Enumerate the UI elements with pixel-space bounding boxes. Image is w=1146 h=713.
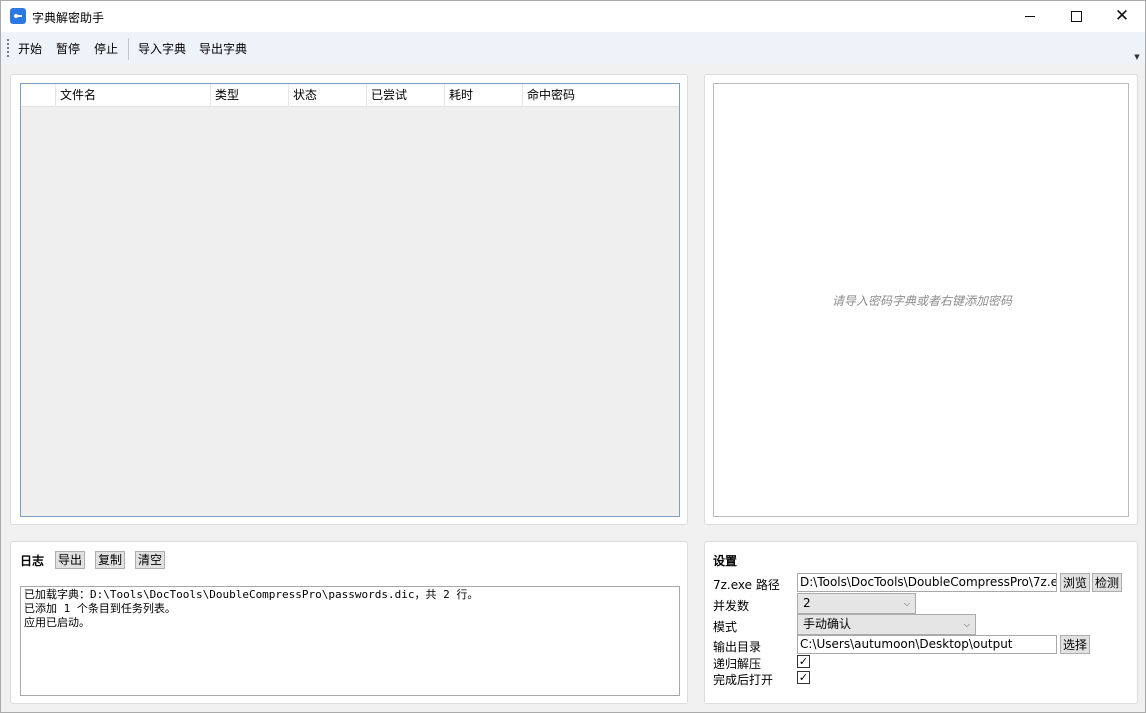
concurrency-select[interactable]: 2 ⌵ bbox=[797, 593, 916, 614]
column-header-elapsed[interactable]: 耗时 bbox=[445, 84, 523, 107]
export-dict-button[interactable]: 导出字典 bbox=[199, 40, 247, 56]
title-bar: 字典解密助手 ✕ bbox=[1, 1, 1145, 32]
dictionary-panel: 请导入密码字典或者右键添加密码 bbox=[704, 74, 1138, 525]
column-header-found-password[interactable]: 命中密码 bbox=[523, 84, 679, 107]
app-icon bbox=[10, 8, 26, 24]
toolbar-overflow-icon[interactable]: ▼ bbox=[1133, 52, 1141, 62]
close-button[interactable]: ✕ bbox=[1099, 1, 1145, 32]
import-dict-button[interactable]: 导入字典 bbox=[138, 40, 186, 56]
chevron-down-icon: ⌵ bbox=[903, 599, 910, 608]
pause-button[interactable]: 暂停 bbox=[56, 40, 80, 56]
log-copy-button[interactable]: 复制 bbox=[95, 551, 126, 569]
toolbar: 开始 暂停 停止 导入字典 导出字典 ▼ bbox=[1, 32, 1145, 64]
column-header-attempted[interactable]: 已尝试 bbox=[367, 84, 445, 107]
app-window: 字典解密助手 ✕ 开始 暂停 停止 导入字典 导出字典 ▼ 文件名 类型 状态 … bbox=[0, 0, 1146, 713]
minimize-button[interactable] bbox=[1007, 1, 1053, 32]
row-header-cell[interactable] bbox=[21, 84, 56, 107]
detect-button[interactable]: 检测 bbox=[1092, 573, 1123, 592]
password-list[interactable]: 请导入密码字典或者右键添加密码 bbox=[713, 83, 1129, 517]
log-title: 日志 bbox=[20, 554, 45, 568]
toolbar-grip-icon[interactable] bbox=[7, 39, 9, 57]
7z-path-input[interactable]: D:\Tools\DocTools\DoubleCompressPro\7z.e… bbox=[797, 573, 1057, 592]
browse-button[interactable]: 浏览 bbox=[1060, 573, 1091, 592]
column-header-filename[interactable]: 文件名 bbox=[56, 84, 211, 107]
check-icon: ✓ bbox=[798, 671, 809, 684]
task-grid[interactable]: 文件名 类型 状态 已尝试 耗时 命中密码 bbox=[20, 83, 680, 517]
select-dir-button[interactable]: 选择 bbox=[1060, 635, 1091, 654]
toolbar-separator bbox=[128, 38, 129, 60]
start-button[interactable]: 开始 bbox=[18, 40, 42, 56]
mode-value: 手动确认 bbox=[803, 617, 852, 631]
open-after-label: 完成后打开 bbox=[713, 673, 774, 687]
password-list-placeholder: 请导入密码字典或者右键添加密码 bbox=[831, 294, 1012, 308]
recursive-label: 递归解压 bbox=[713, 657, 762, 671]
stop-button[interactable]: 停止 bbox=[94, 40, 118, 56]
maximize-button[interactable] bbox=[1053, 1, 1099, 32]
log-line: 应用已启动。 bbox=[24, 616, 90, 629]
open-after-checkbox[interactable]: ✓ bbox=[797, 671, 810, 684]
output-label: 输出目录 bbox=[713, 640, 762, 654]
column-header-status[interactable]: 状态 bbox=[289, 84, 367, 107]
mode-label: 模式 bbox=[713, 620, 738, 634]
concurrency-value: 2 bbox=[803, 596, 811, 610]
check-icon: ✓ bbox=[798, 655, 809, 668]
settings-title: 设置 bbox=[713, 554, 738, 568]
column-header-type[interactable]: 类型 bbox=[211, 84, 289, 107]
settings-panel: 设置 7z.exe 路径 D:\Tools\DocTools\DoubleCom… bbox=[704, 541, 1138, 704]
log-textarea[interactable]: 已加载字典：D:\Tools\DocTools\DoubleCompressPr… bbox=[20, 586, 680, 696]
task-grid-header: 文件名 类型 状态 已尝试 耗时 命中密码 bbox=[21, 84, 679, 107]
chevron-down-icon: ⌵ bbox=[963, 620, 970, 629]
log-line: 已加载字典：D:\Tools\DocTools\DoubleCompressPr… bbox=[24, 588, 479, 601]
log-panel: 日志 导出 复制 清空 已加载字典：D:\Tools\DocTools\Doub… bbox=[10, 541, 688, 704]
minimize-icon bbox=[1025, 16, 1035, 17]
concurrency-label: 并发数 bbox=[713, 599, 750, 613]
task-panel: 文件名 类型 状态 已尝试 耗时 命中密码 bbox=[10, 74, 688, 525]
log-line: 已添加 1 个条目到任务列表。 bbox=[24, 602, 176, 615]
close-icon: ✕ bbox=[1114, 6, 1130, 26]
path-label: 7z.exe 路径 bbox=[713, 578, 780, 592]
window-title: 字典解密助手 bbox=[32, 11, 105, 25]
output-dir-input[interactable]: C:\Users\autumoon\Desktop\output bbox=[797, 635, 1057, 654]
recursive-checkbox[interactable]: ✓ bbox=[797, 655, 810, 668]
maximize-icon bbox=[1070, 11, 1082, 22]
log-clear-button[interactable]: 清空 bbox=[135, 551, 166, 569]
mode-select[interactable]: 手动确认 ⌵ bbox=[797, 614, 976, 635]
log-export-button[interactable]: 导出 bbox=[55, 551, 86, 569]
